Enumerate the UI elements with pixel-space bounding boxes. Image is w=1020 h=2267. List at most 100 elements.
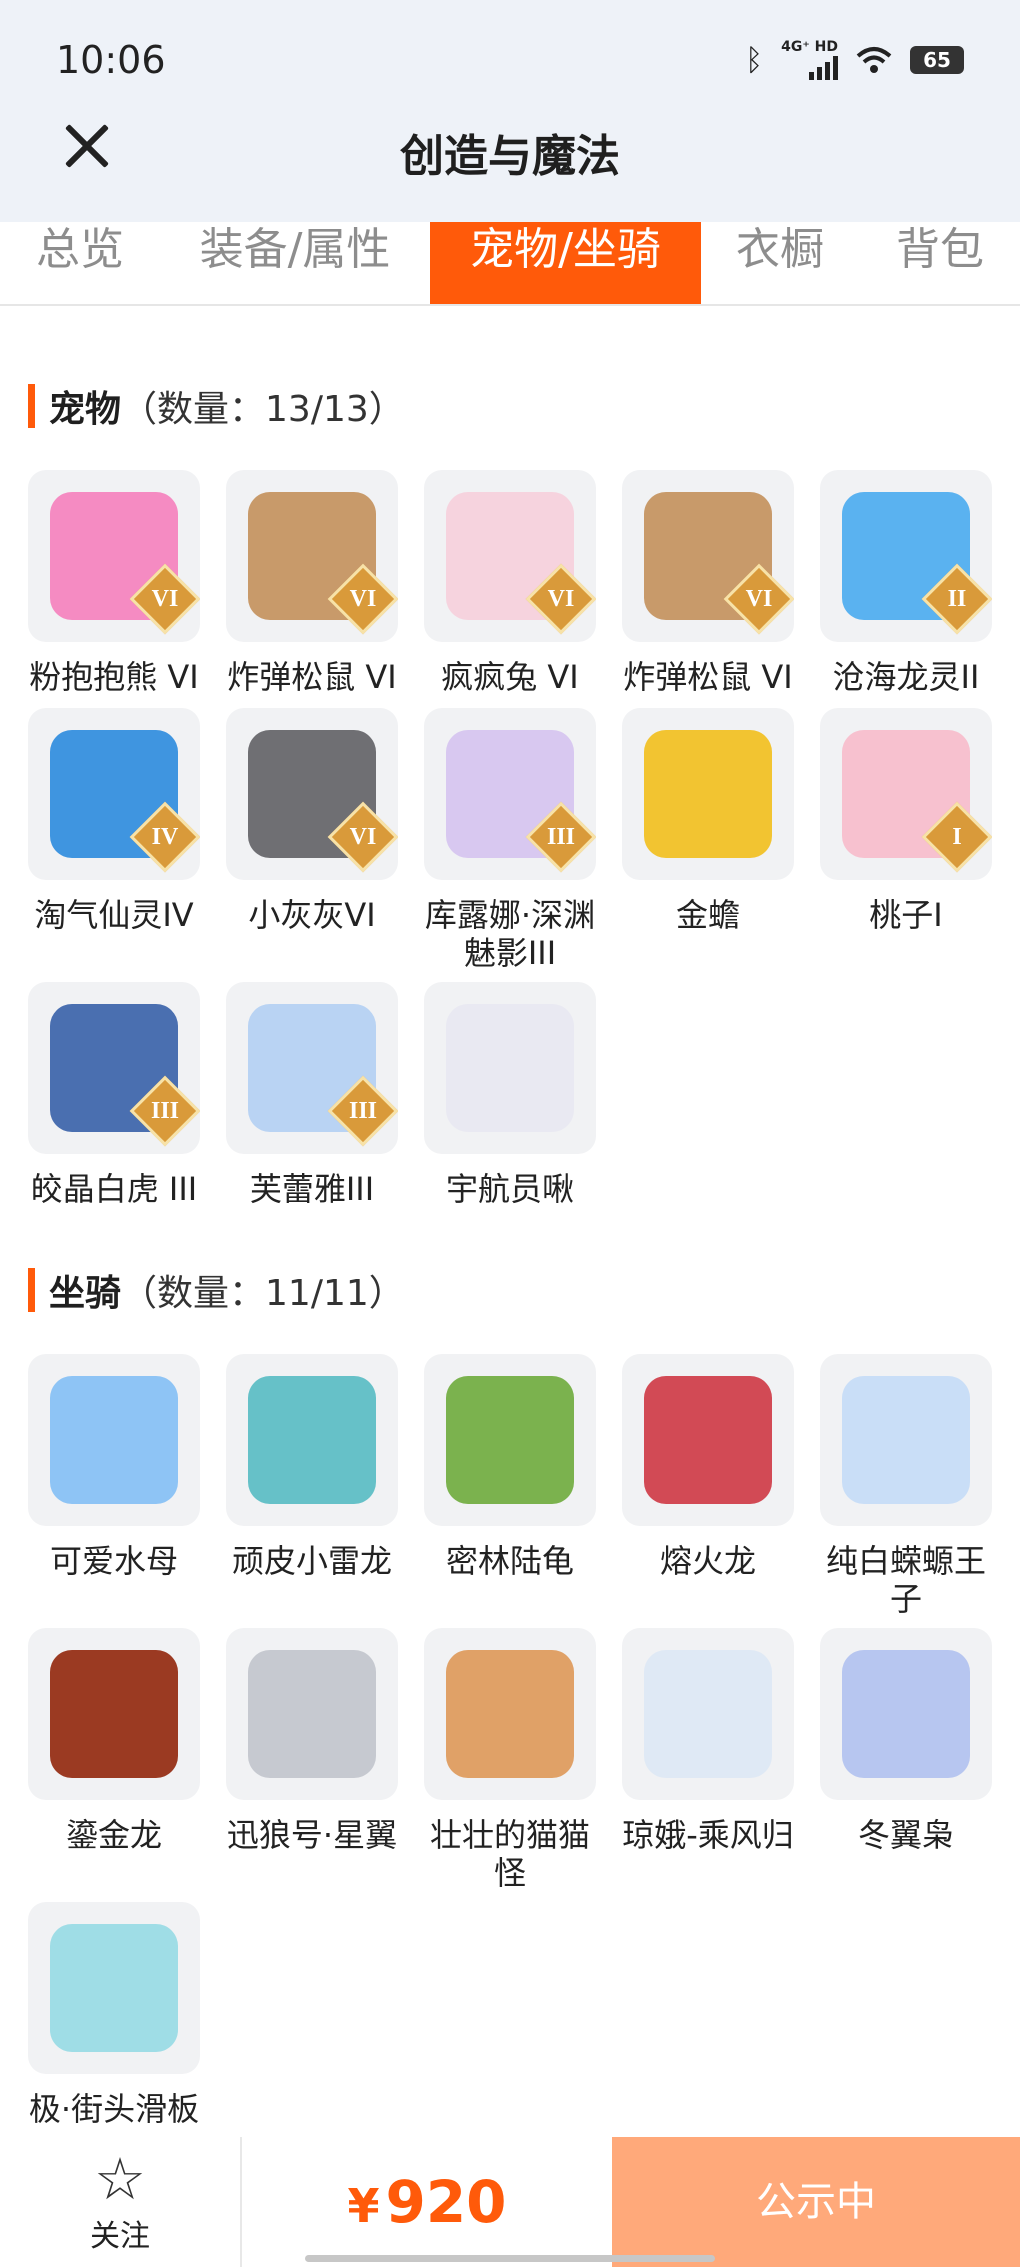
item-name: 纯白蝾螈王子 — [825, 1542, 986, 1618]
mount-card[interactable]: 琼娥-乘风归 — [622, 1628, 794, 1854]
gilded-dragon-icon — [50, 1650, 178, 1778]
pets-section-header: 宠物 （数量：13/13） — [28, 380, 405, 432]
bottom-bar: ☆ 关注 ¥920 公示中 — [0, 2137, 1020, 2267]
item-name: 迅狼号·星翼 — [226, 1816, 398, 1854]
item-thumbnail — [622, 708, 794, 880]
item-name: 库露娜·深渊魅影III — [424, 896, 596, 972]
item-thumbnail: VI — [28, 470, 200, 642]
pet-card[interactable]: 金蟾 — [622, 708, 794, 934]
status-icons: ᛒ 4G⁺ HD 65 — [745, 40, 964, 80]
astronaut-jiu-icon — [446, 1004, 574, 1132]
mount-card[interactable]: 顽皮小雷龙 — [226, 1354, 398, 1580]
pet-card[interactable]: III 库露娜·深渊魅影III — [424, 708, 596, 972]
item-name: 沧海龙灵II — [832, 658, 980, 696]
pet-card[interactable]: III 芙蕾雅III — [226, 982, 398, 1208]
item-thumbnail: III — [424, 708, 596, 880]
item-name: 琼娥-乘风归 — [622, 1816, 794, 1854]
mount-card[interactable]: 壮壮的猫猫怪 — [424, 1628, 596, 1892]
mount-card[interactable]: 可爱水母 — [28, 1354, 200, 1580]
pet-card[interactable]: VI 粉抱抱熊 VI — [28, 470, 200, 696]
pet-card[interactable]: VI 炸弹松鼠 VI — [622, 470, 794, 696]
item-thumbnail: III — [28, 982, 200, 1154]
item-thumbnail — [28, 1628, 200, 1800]
mount-card[interactable]: 冬翼枭 — [820, 1628, 992, 1854]
pet-card[interactable]: II 沧海龙灵II — [820, 470, 992, 696]
mounts-count: （数量：11/11） — [121, 1273, 405, 1314]
item-thumbnail — [424, 1628, 596, 1800]
item-name: 疯疯兔 VI — [441, 658, 579, 696]
fat-cat-icon — [446, 1650, 574, 1778]
mount-card[interactable]: 密林陆龟 — [424, 1354, 596, 1580]
item-name: 小灰灰VI — [248, 896, 376, 934]
street-skateboard-icon — [50, 1924, 178, 2052]
signal-indicator: 4G⁺ HD — [781, 40, 838, 80]
bluetooth-icon: ᛒ — [745, 42, 764, 78]
network-label: 4G⁺ HD — [781, 39, 838, 55]
item-name: 淘气仙灵IV — [34, 896, 194, 934]
section-accent-bar — [28, 1268, 35, 1312]
white-axolotl-icon — [842, 1376, 970, 1504]
thunder-dragon-icon — [248, 1376, 376, 1504]
item-name: 壮壮的猫猫怪 — [429, 1816, 590, 1892]
signal-icon — [809, 54, 838, 80]
wifi-icon — [856, 47, 892, 73]
item-thumbnail — [424, 982, 596, 1154]
follow-button[interactable]: ☆ 关注 — [0, 2137, 242, 2267]
item-thumbnail: VI — [226, 708, 398, 880]
item-thumbnail — [820, 1628, 992, 1800]
item-name: 冬翼枭 — [857, 1816, 954, 1854]
pets-section-title: 宠物 — [49, 389, 122, 430]
item-thumbnail — [226, 1628, 398, 1800]
tab-wardrobe[interactable]: 衣橱 — [730, 222, 830, 304]
item-thumbnail — [622, 1354, 794, 1526]
publicity-status-button[interactable]: 公示中 — [612, 2137, 1020, 2267]
price: ¥920 — [242, 2137, 612, 2267]
pet-card[interactable]: VI 炸弹松鼠 VI — [226, 470, 398, 696]
item-thumbnail — [28, 1902, 200, 2074]
mount-card[interactable]: 极·街头滑板 — [28, 1902, 200, 2128]
item-thumbnail — [820, 1354, 992, 1526]
item-name: 桃子I — [869, 896, 943, 934]
pet-card[interactable]: VI 小灰灰VI — [226, 708, 398, 934]
tab-backpack[interactable]: 背包 — [890, 222, 990, 304]
pet-card[interactable]: 宇航员啾 — [424, 982, 596, 1208]
pet-card[interactable]: III 皎晶白虎 III — [28, 982, 200, 1208]
item-name: 金蟾 — [675, 896, 740, 934]
item-thumbnail: VI — [622, 470, 794, 642]
mount-card[interactable]: 鎏金龙 — [28, 1628, 200, 1854]
tab-bar: 总览 装备/属性 宠物/坐骑 衣橱 背包 — [0, 222, 1020, 306]
section-accent-bar — [28, 384, 35, 428]
item-name: 极·街头滑板 — [28, 2090, 200, 2128]
tab-overview[interactable]: 总览 — [30, 222, 130, 304]
mount-card[interactable]: 纯白蝾螈王子 — [820, 1354, 992, 1618]
item-name: 密林陆龟 — [445, 1542, 574, 1580]
battery-icon: 65 — [910, 46, 964, 74]
item-name: 粉抱抱熊 VI — [29, 658, 199, 696]
page-title: 创造与魔法 — [400, 131, 620, 182]
mounts-section-title: 坐骑 — [49, 1273, 122, 1314]
item-name: 芙蕾雅III — [249, 1170, 375, 1208]
forest-tortoise-icon — [446, 1376, 574, 1504]
currency-symbol: ¥ — [347, 2179, 380, 2233]
pet-card[interactable]: VI 疯疯兔 VI — [424, 470, 596, 696]
item-thumbnail — [622, 1628, 794, 1800]
mount-card[interactable]: 迅狼号·星翼 — [226, 1628, 398, 1854]
item-thumbnail: I — [820, 708, 992, 880]
tab-equipment[interactable]: 装备/属性 — [190, 222, 400, 304]
mount-card[interactable]: 熔火龙 — [622, 1354, 794, 1580]
item-thumbnail: III — [226, 982, 398, 1154]
golden-toad-icon — [644, 730, 772, 858]
pets-count: （数量：13/13） — [121, 389, 405, 430]
lava-dragon-icon — [644, 1376, 772, 1504]
item-thumbnail: VI — [226, 470, 398, 642]
jellyfish-icon — [50, 1376, 178, 1504]
item-name: 皎晶白虎 III — [30, 1170, 198, 1208]
item-name: 炸弹松鼠 VI — [623, 658, 793, 696]
pet-card[interactable]: IV 淘气仙灵IV — [28, 708, 200, 934]
tab-pets-mounts[interactable]: 宠物/坐骑 — [430, 222, 701, 304]
pet-card[interactable]: I 桃子I — [820, 708, 992, 934]
item-name: 可爱水母 — [49, 1542, 178, 1580]
item-thumbnail — [226, 1354, 398, 1526]
mounts-section-header: 坐骑 （数量：11/11） — [28, 1264, 405, 1316]
follow-label: 关注 — [90, 2219, 150, 2254]
